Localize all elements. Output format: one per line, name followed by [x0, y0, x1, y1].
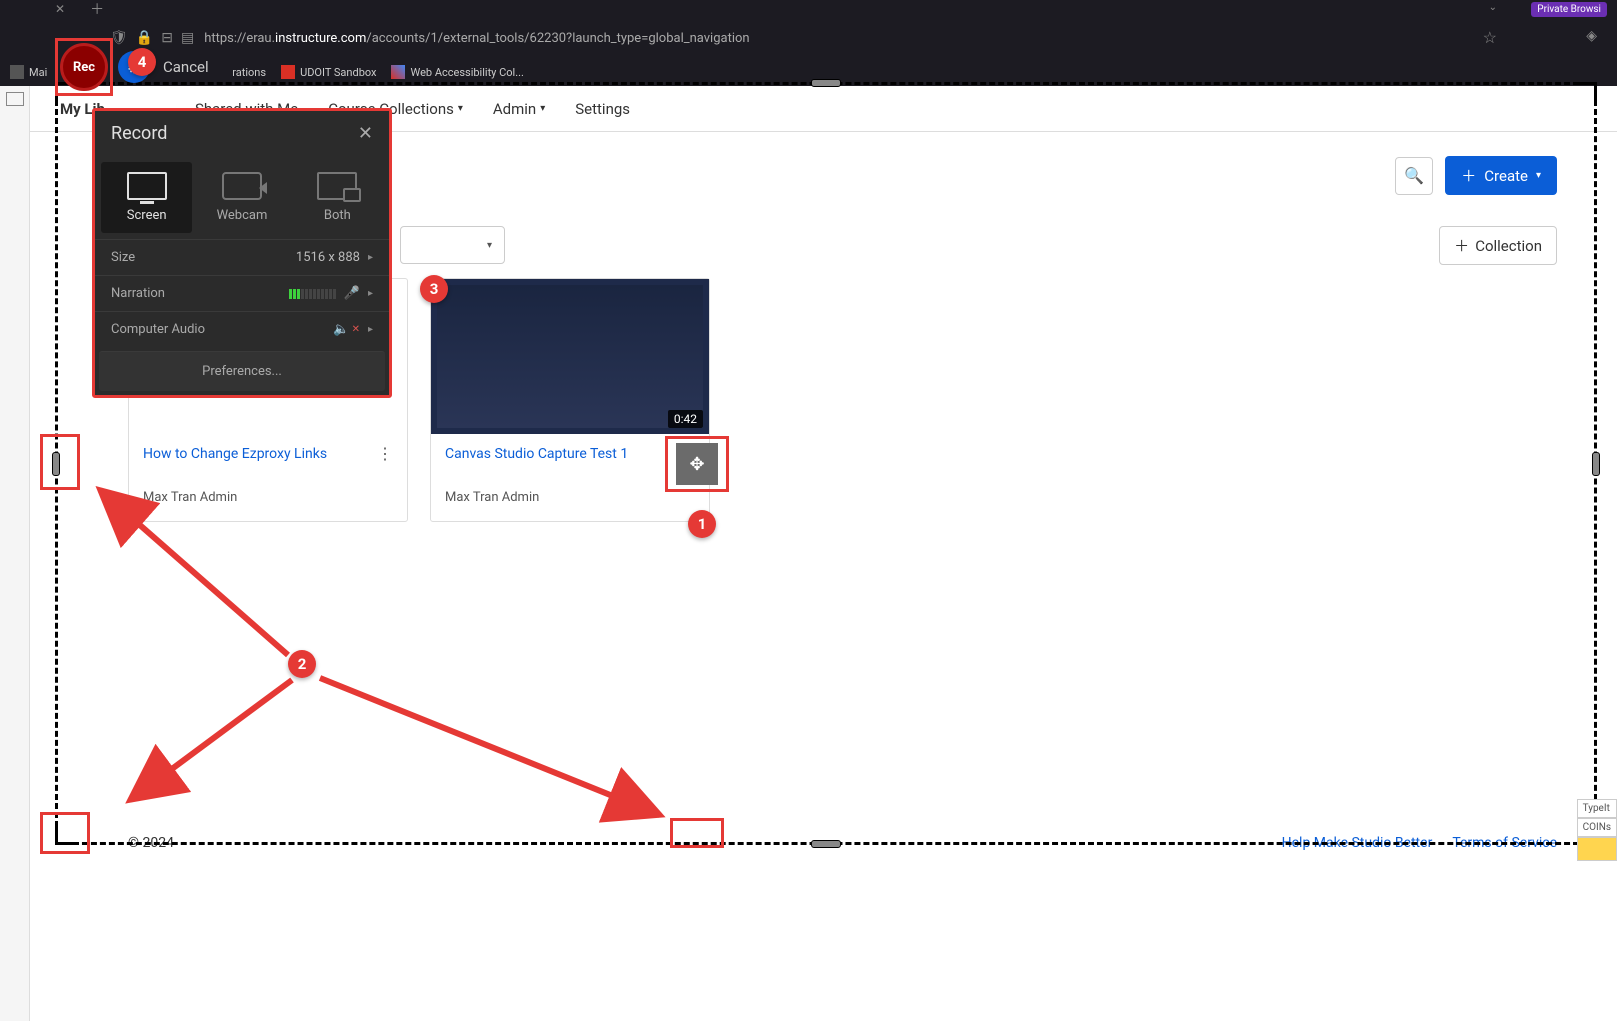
footer-terms-link[interactable]: Terms of Service	[1452, 835, 1557, 851]
chevron-right-icon: ▸	[368, 252, 373, 263]
annotation-badge-2: 2	[288, 650, 316, 678]
close-icon[interactable]: ✕	[358, 123, 373, 144]
chevron-down-icon: ▾	[458, 103, 463, 114]
setting-label: Narration	[111, 286, 165, 301]
audio-level-meter	[289, 289, 336, 299]
duration-badge: 0:42	[668, 410, 703, 428]
record-dialog: Record ✕ Screen Webcam Both Size 1516 x …	[92, 108, 392, 398]
footer-help-link[interactable]: Help Make Studio Better	[1282, 835, 1433, 851]
create-button[interactable]: ＋ Create ▾	[1445, 156, 1557, 195]
create-label: Create	[1484, 167, 1528, 185]
bookmark-item[interactable]: Web Accessibility Col...	[391, 65, 523, 79]
card-author: Max Tran Admin	[445, 490, 695, 505]
browser-chevron-icon[interactable]: ⌄	[1489, 2, 1497, 13]
url-domain: instructure.com	[275, 31, 366, 46]
setting-label: Size	[111, 250, 135, 265]
card-author: Max Tran Admin	[143, 490, 393, 505]
typeit-widget[interactable]: TypeIt	[1577, 799, 1617, 818]
nav-label: Admin	[493, 100, 536, 118]
preferences-button[interactable]: Preferences...	[99, 351, 385, 391]
left-rail	[0, 86, 30, 1021]
cancel-button[interactable]: Cancel	[163, 58, 209, 76]
search-icon: 🔍	[1404, 166, 1424, 185]
card-thumbnail: 0:42	[431, 279, 709, 434]
new-tab-icon[interactable]: ＋	[90, 0, 104, 19]
nav-admin[interactable]: Admin ▾	[493, 100, 545, 118]
bookmark-item[interactable]: Mai	[10, 65, 47, 79]
screen-icon	[127, 172, 167, 200]
site-icon	[281, 65, 295, 79]
chevron-down-icon: ▾	[540, 103, 545, 114]
url-text[interactable]: https://erau.instructure.com/accounts/1/…	[204, 31, 749, 46]
plus-icon: ＋	[1454, 235, 1469, 256]
annotation-badge-3: 3	[420, 275, 448, 303]
bookmark-item[interactable]: rations	[232, 66, 266, 79]
extension-icon[interactable]: ◈	[1586, 28, 1597, 44]
coins-widget[interactable]: COINs	[1577, 818, 1617, 837]
url-path: /accounts/1/external_tools/62230?launch_…	[366, 31, 749, 46]
both-icon	[317, 172, 357, 200]
microphone-icon: 🎤	[344, 286, 360, 301]
speaker-muted-icon: 🔈✕	[333, 322, 360, 337]
search-button[interactable]: 🔍	[1395, 157, 1433, 195]
page-toolbar: 🔍 ＋ Create ▾	[1395, 156, 1557, 195]
tab-close-icon[interactable]: ✕	[55, 2, 65, 16]
bookmark-item[interactable]: UDOIT Sandbox	[281, 65, 376, 79]
annotation-badge-4: 4	[128, 48, 156, 76]
chevron-down-icon: ▾	[1536, 170, 1541, 181]
copyright: © 2024	[128, 835, 174, 851]
collection-label: Collection	[1475, 237, 1542, 255]
rail-icon[interactable]	[6, 92, 24, 106]
add-collection-button[interactable]: ＋ Collection	[1439, 226, 1557, 265]
mode-label: Webcam	[217, 208, 268, 223]
mode-both[interactable]: Both	[292, 162, 383, 233]
annotation-box-left-handle	[40, 434, 80, 490]
annotation-box-1: ✥	[665, 436, 729, 492]
mode-screen[interactable]: Screen	[101, 162, 192, 233]
chevron-down-icon: ▾	[487, 240, 492, 251]
narration-row[interactable]: Narration 🎤 ▸	[95, 275, 389, 311]
size-value: 1516 x 888	[296, 250, 360, 265]
webcam-icon	[222, 172, 262, 200]
card-title[interactable]: Canvas Studio Capture Test 1	[445, 446, 628, 462]
nav-settings[interactable]: Settings	[575, 100, 630, 118]
chevron-right-icon: ▸	[368, 288, 373, 299]
mode-label: Screen	[127, 208, 167, 223]
side-widgets: TypeIt COINs	[1577, 799, 1617, 861]
annotation-box-bottom-handle	[670, 818, 724, 848]
yellow-widget[interactable]	[1577, 837, 1617, 861]
browser-tab-strip: ✕ ＋ ⌄ Private Browsi	[0, 0, 1617, 18]
annotation-box-rec: Rec	[55, 38, 113, 96]
card-menu-button[interactable]: ⋮	[377, 446, 393, 462]
bookmark-label: Web Accessibility Col...	[410, 66, 523, 79]
sort-select[interactable]: ▾	[400, 226, 505, 264]
bookmarks-bar: Mai rations UDOIT Sandbox Web Accessibil…	[0, 58, 1617, 86]
bookmark-star-icon[interactable]: ☆	[1483, 28, 1497, 47]
mode-label: Both	[324, 208, 351, 223]
annotation-badge-1: 1	[688, 510, 716, 538]
folder-icon	[10, 65, 24, 79]
annotation-box-corner	[40, 812, 90, 854]
move-handle-icon[interactable]: ✥	[676, 443, 718, 485]
plus-icon: ＋	[1461, 165, 1476, 186]
computer-audio-row[interactable]: Computer Audio 🔈✕ ▸	[95, 311, 389, 347]
url-bar: 🛡 🔒 ⊟ ▤ https://erau.instructure.com/acc…	[0, 18, 1617, 58]
mode-webcam[interactable]: Webcam	[196, 162, 287, 233]
studio-footer: © 2024 Help Make Studio Better Terms of …	[128, 835, 1557, 851]
dialog-title: Record	[111, 123, 167, 144]
site-icon	[391, 65, 405, 79]
chevron-right-icon: ▸	[368, 324, 373, 335]
size-row[interactable]: Size 1516 x 888 ▸	[95, 239, 389, 275]
private-browsing-badge: Private Browsi	[1531, 2, 1607, 17]
bookmark-label: rations	[232, 66, 266, 79]
setting-label: Computer Audio	[111, 322, 205, 337]
bookmark-label: UDOIT Sandbox	[300, 66, 376, 79]
bookmark-label: Mai	[29, 66, 47, 79]
card-title[interactable]: How to Change Ezproxy Links	[143, 446, 327, 462]
url-prefix: https://erau.	[204, 31, 275, 46]
record-button[interactable]: Rec	[60, 43, 108, 91]
